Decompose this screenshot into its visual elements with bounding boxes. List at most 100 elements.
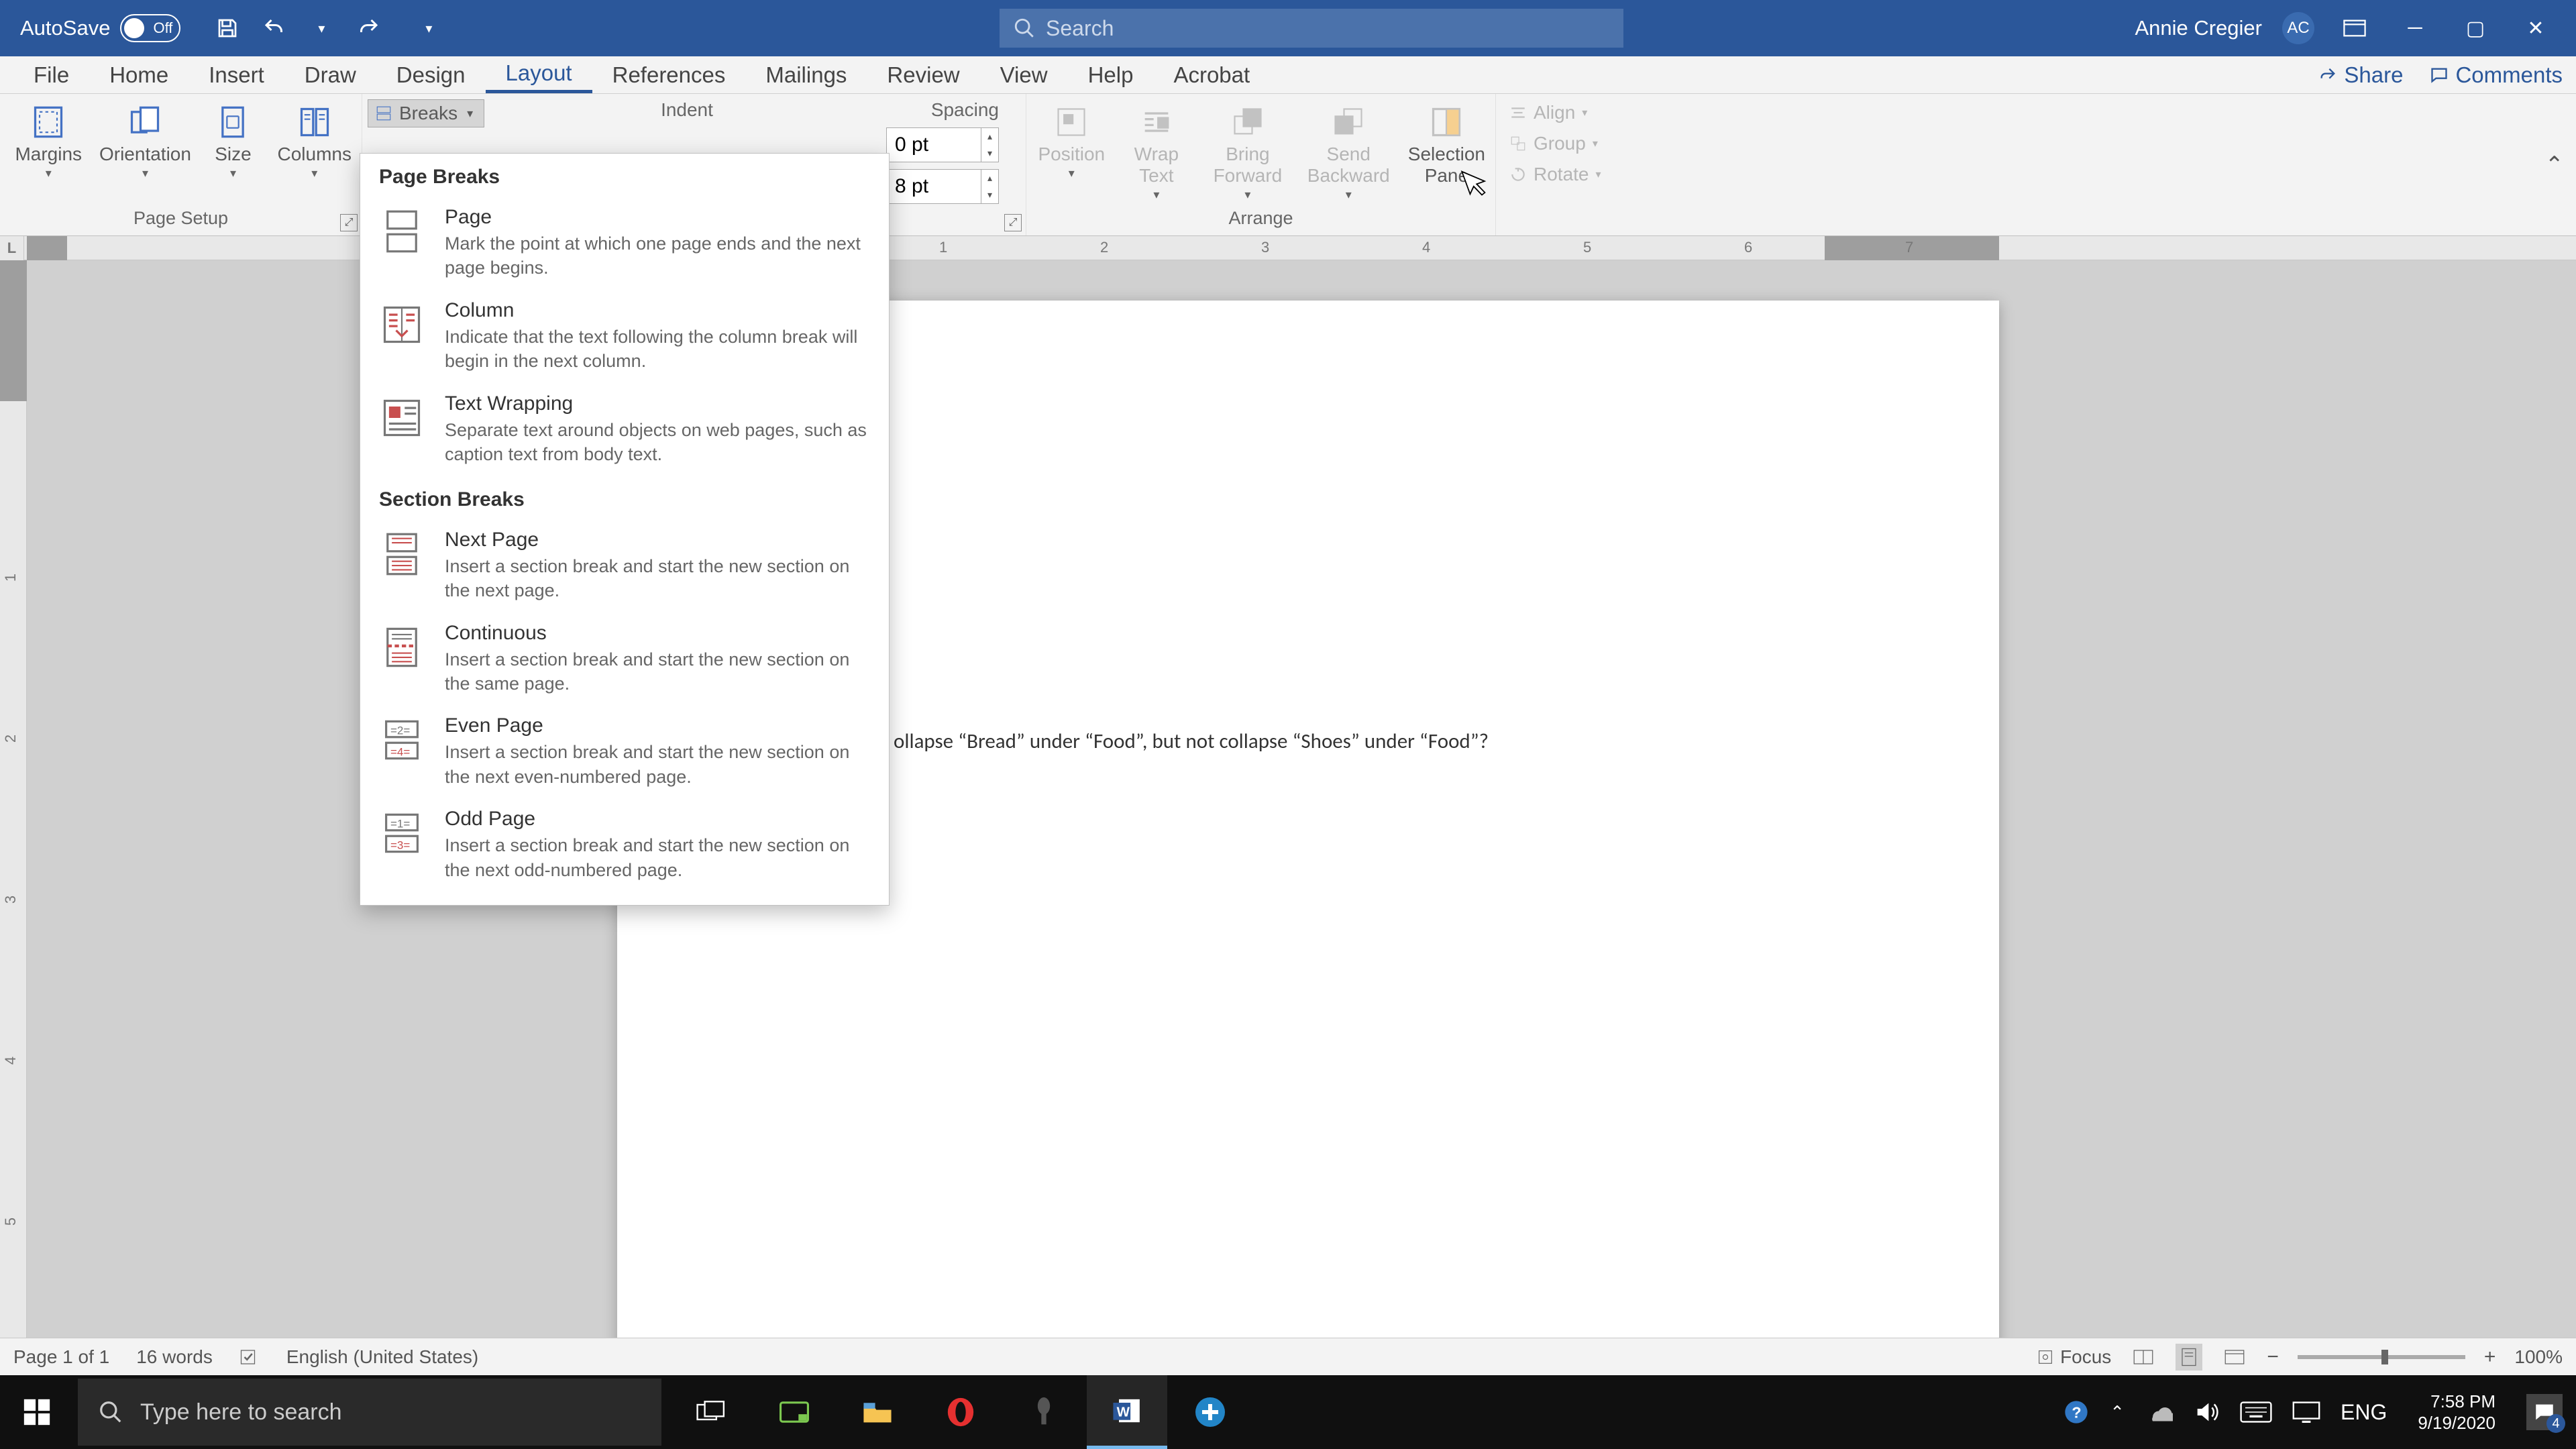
redo-icon[interactable]: [355, 15, 382, 42]
taskbar-app-explorer[interactable]: [837, 1375, 918, 1449]
focus-mode-button[interactable]: Focus: [2036, 1346, 2111, 1368]
tab-mailings[interactable]: Mailings: [745, 56, 867, 93]
paragraph-dialog-launcher[interactable]: ⤢: [1004, 214, 1022, 231]
undo-icon[interactable]: [261, 15, 288, 42]
user-avatar[interactable]: AC: [2282, 12, 2314, 44]
taskbar-app-xbox[interactable]: [754, 1375, 835, 1449]
status-language[interactable]: English (United States): [286, 1346, 478, 1368]
orientation-button[interactable]: Orientation▾: [101, 99, 189, 180]
break-even-page[interactable]: =2==4=Even PageInsert a section break an…: [360, 705, 889, 798]
start-button[interactable]: [0, 1375, 74, 1449]
web-layout-icon[interactable]: [2221, 1344, 2248, 1371]
qat-customize-icon[interactable]: ▾: [415, 15, 442, 42]
breaks-dropdown: Page Breaks PageMark the point at which …: [360, 153, 890, 906]
ribbon-display-icon[interactable]: [2334, 15, 2375, 42]
print-layout-icon[interactable]: [2176, 1344, 2202, 1371]
margins-button[interactable]: Margins▾: [10, 99, 87, 180]
tray-onedrive-icon[interactable]: [2145, 1402, 2173, 1422]
rotate-label: Rotate: [1534, 164, 1589, 185]
spin-down-icon[interactable]: ▾: [981, 145, 998, 162]
tray-project-icon[interactable]: [2292, 1401, 2320, 1423]
minimize-icon[interactable]: ─: [2395, 15, 2435, 42]
chevron-down-icon: ▾: [311, 166, 317, 180]
maximize-icon[interactable]: ▢: [2455, 15, 2496, 42]
spacing-after-input[interactable]: ▴▾: [886, 169, 999, 204]
vertical-ruler[interactable]: 1 2 3 4 5: [0, 260, 27, 1375]
breaks-button[interactable]: Breaks▾: [368, 99, 484, 127]
break-next-page[interactable]: Next PageInsert a section break and star…: [360, 519, 889, 612]
notification-badge: 4: [2546, 1414, 2565, 1433]
tab-file[interactable]: File: [13, 56, 89, 93]
task-view-button[interactable]: [671, 1375, 751, 1449]
break-continuous[interactable]: ContinuousInsert a section break and sta…: [360, 612, 889, 706]
spacing-before-input[interactable]: ▴▾: [886, 127, 999, 162]
break-evenpage-title: Even Page: [445, 714, 870, 737]
undo-dropdown-icon[interactable]: ▾: [308, 15, 335, 42]
spacing-after-field[interactable]: [887, 175, 981, 198]
tab-view[interactable]: View: [980, 56, 1068, 93]
tab-review[interactable]: Review: [867, 56, 979, 93]
break-page[interactable]: PageMark the point at which one page end…: [360, 197, 889, 290]
spin-up-icon[interactable]: ▴: [981, 128, 998, 145]
autosave-toggle[interactable]: AutoSave Off: [0, 14, 201, 42]
zoom-level[interactable]: 100%: [2514, 1346, 2563, 1368]
tray-overflow-icon[interactable]: ⌃: [2110, 1402, 2125, 1423]
comments-button[interactable]: Comments: [2430, 62, 2563, 88]
tab-help[interactable]: Help: [1068, 56, 1154, 93]
tray-help-icon[interactable]: ?: [2063, 1399, 2090, 1426]
tray-keyboard-icon[interactable]: [2240, 1401, 2272, 1424]
search-placeholder: Search: [1046, 16, 1114, 41]
zoom-slider[interactable]: [2298, 1355, 2465, 1359]
taskbar-app-unknown[interactable]: [1004, 1375, 1084, 1449]
tray-language[interactable]: ENG: [2341, 1400, 2387, 1425]
spellcheck-icon[interactable]: [239, 1347, 260, 1367]
tab-references[interactable]: References: [592, 56, 746, 93]
break-text-wrapping[interactable]: Text WrappingSeparate text around object…: [360, 383, 889, 476]
tray-clock[interactable]: 7:58 PM9/19/2020: [2407, 1391, 2506, 1434]
size-button[interactable]: Size▾: [203, 99, 262, 180]
save-icon[interactable]: [214, 15, 241, 42]
user-name: Annie Cregier: [2135, 16, 2262, 40]
break-odd-page[interactable]: =1==3=Odd PageInsert a section break and…: [360, 798, 889, 892]
share-button[interactable]: Share: [2318, 62, 2403, 88]
align-label: Align: [1534, 102, 1575, 123]
spin-down-icon[interactable]: ▾: [981, 186, 998, 203]
system-tray: ? ⌃ ENG 7:58 PM9/19/2020 4: [2049, 1375, 2576, 1449]
search-box[interactable]: Search: [1000, 9, 1623, 48]
tab-insert[interactable]: Insert: [189, 56, 284, 93]
taskbar-app-plus[interactable]: [1170, 1375, 1250, 1449]
page-setup-dialog-launcher[interactable]: ⤢: [340, 214, 358, 231]
break-column[interactable]: ColumnIndicate that the text following t…: [360, 290, 889, 383]
tab-layout[interactable]: Layout: [486, 56, 592, 93]
spacing-before-field[interactable]: [887, 133, 981, 156]
close-icon[interactable]: ✕: [2516, 15, 2556, 42]
align-button: Align▾: [1503, 99, 1623, 126]
spin-up-icon[interactable]: ▴: [981, 170, 998, 186]
zoom-out-button[interactable]: −: [2267, 1346, 2279, 1368]
taskbar-search[interactable]: Type here to search: [78, 1379, 661, 1446]
columns-button[interactable]: Columns▾: [278, 99, 352, 180]
status-page[interactable]: Page 1 of 1: [13, 1346, 109, 1368]
read-mode-icon[interactable]: [2130, 1344, 2157, 1371]
zoom-in-button[interactable]: +: [2484, 1346, 2496, 1368]
position-label: Position: [1038, 144, 1105, 165]
taskbar-app-opera[interactable]: [920, 1375, 1001, 1449]
autosave-label: AutoSave: [20, 16, 110, 40]
tab-acrobat[interactable]: Acrobat: [1153, 56, 1270, 93]
tray-notifications[interactable]: 4: [2526, 1394, 2563, 1430]
tray-volume-icon[interactable]: [2193, 1399, 2220, 1426]
tab-home[interactable]: Home: [89, 56, 189, 93]
title-bar: AutoSave Off ▾ ▾ Document2 - Word Search…: [0, 0, 2576, 56]
collapse-ribbon-icon[interactable]: ⌃: [2545, 152, 2565, 178]
tab-draw[interactable]: Draw: [284, 56, 376, 93]
document-text[interactable]: ollapse “Bread” under “Food”, but not co…: [894, 729, 1489, 754]
chevron-down-icon: ▾: [1596, 168, 1601, 181]
svg-text:=4=: =4=: [390, 746, 410, 759]
tab-selector[interactable]: L: [0, 236, 24, 260]
taskbar-app-word[interactable]: W: [1087, 1375, 1167, 1449]
tab-design[interactable]: Design: [376, 56, 486, 93]
ruler-tick: 7: [1905, 239, 1913, 256]
autosave-switch[interactable]: Off: [120, 14, 180, 42]
focus-label: Focus: [2060, 1346, 2111, 1368]
status-words[interactable]: 16 words: [136, 1346, 213, 1368]
